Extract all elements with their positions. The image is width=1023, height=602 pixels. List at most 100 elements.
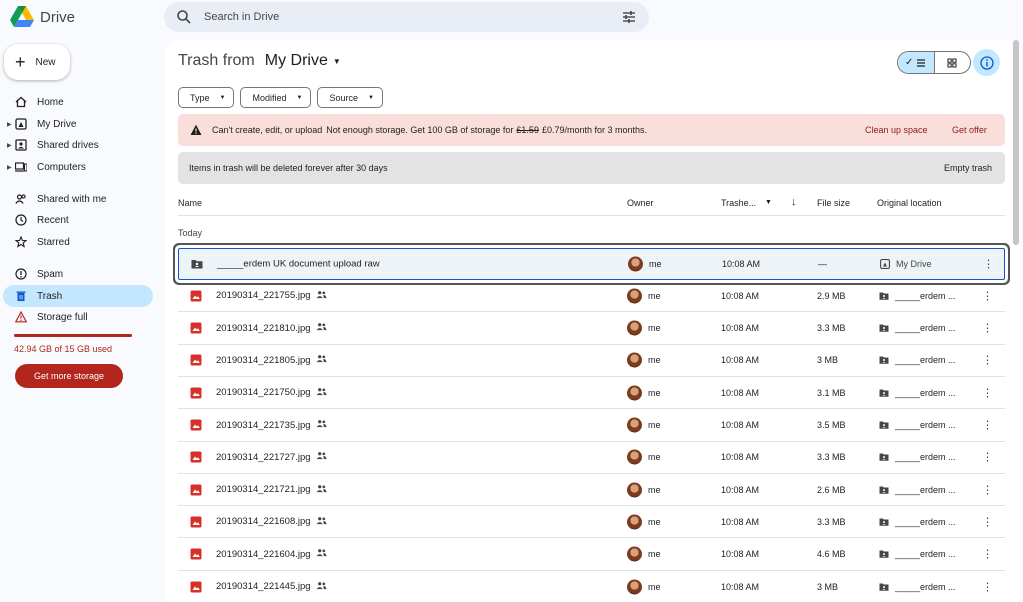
trashed-time: 10:08 AM bbox=[721, 387, 760, 398]
location-dropdown[interactable]: My Drive ▼ bbox=[265, 52, 341, 70]
original-location-text: _____erdem ... bbox=[895, 387, 956, 398]
more-actions-icon[interactable]: ⋮ bbox=[982, 386, 993, 399]
avatar bbox=[627, 417, 642, 433]
table-row[interactable]: 20190314_221755.jpg me 10:08 AM 2.9 MB _____… bbox=[178, 280, 1005, 313]
original-location[interactable]: _____erdem ... bbox=[879, 452, 956, 462]
column-name[interactable]: Name bbox=[178, 198, 202, 208]
sidebar-item-shared-with-me[interactable]: Shared with me bbox=[3, 188, 153, 210]
original-location-text: My Drive bbox=[896, 259, 932, 269]
get-more-storage-button[interactable]: Get more storage bbox=[15, 364, 123, 388]
image-file-icon bbox=[190, 354, 202, 366]
owner-text: me bbox=[648, 549, 661, 560]
column-trashed[interactable]: Trashe... bbox=[721, 198, 756, 208]
avatar bbox=[627, 385, 642, 401]
sidebar-item-storage[interactable]: Storage full bbox=[3, 306, 153, 328]
trash-notice: Items in trash will be deleted forever a… bbox=[178, 152, 1005, 184]
table-row[interactable]: 20190314_221727.jpg me 10:08 AM 3.3 MB _____… bbox=[178, 442, 1005, 474]
column-file-size[interactable]: File size bbox=[817, 198, 850, 208]
original-location[interactable]: _____erdem ... bbox=[879, 323, 956, 333]
column-owner[interactable]: Owner bbox=[627, 198, 654, 208]
new-button[interactable]: + New bbox=[4, 44, 70, 80]
original-location[interactable]: _____erdem ... bbox=[879, 420, 956, 430]
original-location[interactable]: _____erdem ... bbox=[879, 355, 956, 365]
sidebar-item-label: Home bbox=[37, 96, 64, 108]
file-name-text: 20190314_221608.jpg bbox=[216, 516, 311, 528]
more-actions-icon[interactable]: ⋮ bbox=[982, 451, 993, 464]
table-row[interactable]: 20190314_221750.jpg me 10:08 AM 3.1 MB _____… bbox=[178, 377, 1005, 410]
sidebar-item-trash[interactable]: Trash bbox=[3, 285, 153, 307]
image-file-icon bbox=[190, 548, 202, 560]
grid-view-button[interactable] bbox=[935, 52, 971, 73]
get-offer-button[interactable]: Get offer bbox=[952, 125, 987, 135]
search-bar[interactable]: Search in Drive bbox=[164, 2, 649, 32]
group-label: Today bbox=[178, 228, 203, 238]
trashed-time: 10:08 AM bbox=[721, 290, 760, 301]
expand-caret-icon[interactable]: ▶ bbox=[7, 121, 12, 128]
original-location[interactable]: _____erdem ... bbox=[879, 485, 956, 495]
more-actions-icon[interactable]: ⋮ bbox=[982, 483, 993, 496]
dropdown-arrow-icon: ▼ bbox=[219, 94, 226, 101]
table-row[interactable]: 20190314_221810.jpg me 10:08 AM 3.3 MB _____… bbox=[178, 313, 1005, 345]
shared-folder-icon bbox=[191, 258, 203, 270]
column-original-location[interactable]: Original location bbox=[877, 198, 942, 208]
file-name: 20190314_221805.jpg bbox=[216, 354, 327, 366]
table-row[interactable]: 20190314_221805.jpg me 10:08 AM 3 MB _____er… bbox=[178, 345, 1005, 377]
more-actions-icon[interactable]: ⋮ bbox=[982, 354, 993, 367]
more-actions-icon[interactable]: ⋮ bbox=[982, 419, 993, 432]
column-trashed-dropdown-icon[interactable]: ▼ bbox=[765, 199, 772, 206]
filter-source[interactable]: Source ▼ bbox=[317, 87, 383, 108]
filter-type[interactable]: Type ▼ bbox=[178, 87, 235, 108]
more-actions-icon[interactable]: ⋮ bbox=[982, 289, 993, 302]
folder-icon bbox=[879, 517, 889, 527]
sidebar-item-home[interactable]: Home bbox=[3, 91, 153, 113]
scrollbar[interactable] bbox=[1013, 40, 1019, 245]
more-actions-icon[interactable]: ⋮ bbox=[982, 322, 993, 335]
original-location[interactable]: _____erdem ... bbox=[879, 291, 956, 301]
more-actions-icon[interactable]: ⋮ bbox=[982, 580, 993, 593]
trashed-time: 10:08 AM bbox=[721, 420, 760, 430]
file-name: 20190314_221721.jpg bbox=[216, 484, 327, 496]
search-icon[interactable] bbox=[176, 9, 192, 25]
sort-arrow-down-icon[interactable]: ↓ bbox=[791, 196, 797, 208]
drive-logo[interactable]: Drive bbox=[10, 6, 75, 28]
sidebar-item-starred[interactable]: Starred bbox=[3, 231, 153, 253]
sidebar-item-my-drive[interactable]: ▶ My Drive bbox=[3, 113, 153, 135]
table-row[interactable]: 20190314_221608.jpg me 10:08 AM 3.3 MB _____… bbox=[178, 506, 1005, 539]
more-actions-icon[interactable]: ⋮ bbox=[982, 548, 993, 561]
more-actions-icon[interactable]: ⋮ bbox=[983, 258, 994, 271]
alert-title: Can't create, edit, or upload bbox=[212, 125, 323, 135]
table-row[interactable]: 20190314_221735.jpg me 10:08 AM 3.5 MB _____… bbox=[178, 410, 1005, 442]
search-input[interactable]: Search in Drive bbox=[204, 11, 621, 23]
sidebar-item-spam[interactable]: Spam bbox=[3, 263, 153, 285]
original-location[interactable]: _____erdem ... bbox=[879, 517, 956, 527]
info-icon bbox=[979, 55, 994, 70]
expand-caret-icon[interactable]: ▶ bbox=[7, 164, 12, 171]
original-location[interactable]: _____erdem ... bbox=[879, 582, 956, 592]
sidebar-item-computers[interactable]: ▶ Computers bbox=[3, 156, 153, 178]
expand-caret-icon[interactable]: ▶ bbox=[7, 142, 12, 149]
avatar bbox=[627, 449, 642, 465]
sidebar-item-recent[interactable]: Recent bbox=[3, 209, 153, 231]
more-actions-icon[interactable]: ⋮ bbox=[982, 515, 993, 528]
original-location[interactable]: _____erdem ... bbox=[879, 388, 956, 398]
details-button[interactable] bbox=[973, 49, 1000, 76]
list-view-button[interactable]: ✓ bbox=[898, 52, 935, 73]
file-name: 20190314_221750.jpg bbox=[216, 387, 327, 399]
table-row[interactable]: 20190314_221604.jpg me 10:08 AM 4.6 MB _____… bbox=[178, 539, 1005, 571]
grid-icon bbox=[947, 58, 957, 68]
view-toggle[interactable]: ✓ bbox=[897, 51, 971, 74]
original-location[interactable]: My Drive bbox=[880, 259, 932, 269]
clean-up-space-button[interactable]: Clean up space bbox=[865, 125, 928, 135]
search-options-icon[interactable] bbox=[621, 9, 637, 25]
original-location[interactable]: _____erdem ... bbox=[879, 549, 956, 559]
table-row[interactable]: 20190314_221721.jpg me 10:08 AM 2.6 MB _____… bbox=[178, 474, 1005, 507]
empty-trash-button[interactable]: Empty trash bbox=[944, 163, 992, 173]
sidebar-item-label: Computers bbox=[37, 161, 86, 173]
plus-icon: + bbox=[15, 52, 26, 72]
image-file-icon bbox=[190, 484, 202, 496]
image-file-icon bbox=[190, 387, 202, 399]
filter-modified[interactable]: Modified ▼ bbox=[240, 87, 312, 108]
table-row-selected[interactable]: _____erdem UK document upload raw me 10:08… bbox=[178, 248, 1005, 280]
table-row[interactable]: 20190314_221445.jpg me 10:08 AM 3 MB _____er… bbox=[178, 571, 1005, 602]
sidebar-item-shared-drives[interactable]: ▶ Shared drives bbox=[3, 134, 153, 156]
